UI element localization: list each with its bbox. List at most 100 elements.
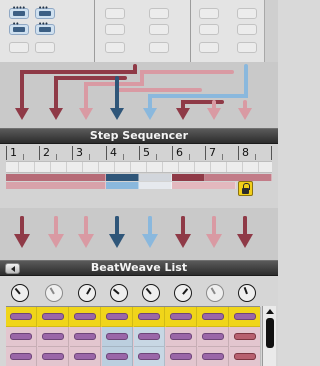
dial-knob[interactable] xyxy=(206,284,224,302)
dial-knob[interactable] xyxy=(45,284,63,302)
step-number: 5 xyxy=(143,146,150,159)
grid-cell[interactable] xyxy=(102,327,133,347)
arrow-down-icon xyxy=(238,108,252,120)
step-knob-row[interactable] xyxy=(6,161,272,173)
grid-cell[interactable] xyxy=(230,327,261,347)
pad-slot[interactable]: •••• xyxy=(9,5,29,19)
step-cell-3[interactable]: 3 xyxy=(72,146,106,160)
pad-slot[interactable] xyxy=(237,8,257,19)
grid-cell[interactable] xyxy=(6,347,37,366)
pattern-segment[interactable] xyxy=(106,182,139,189)
pad-slot[interactable] xyxy=(105,8,125,19)
grid-cell[interactable] xyxy=(102,347,133,366)
grid-cell[interactable] xyxy=(166,307,197,327)
grid-cell[interactable] xyxy=(198,307,229,327)
dial-knob[interactable] xyxy=(11,284,29,302)
pad-slot[interactable] xyxy=(105,42,125,53)
step-cell-8[interactable]: 8 xyxy=(238,146,272,160)
grid-cell[interactable] xyxy=(134,307,165,327)
grid-cell[interactable] xyxy=(70,347,101,366)
routing-arrowheads xyxy=(15,108,252,120)
pattern-segment[interactable] xyxy=(172,182,236,189)
pad-slot[interactable] xyxy=(199,8,219,19)
grid-cell[interactable] xyxy=(38,327,69,347)
grid-cell[interactable] xyxy=(70,307,101,327)
arrow-shaft xyxy=(54,216,58,236)
scrollbar[interactable] xyxy=(262,306,276,366)
step-sequencer-title: Step Sequencer xyxy=(0,128,278,144)
dial-knob[interactable] xyxy=(78,284,96,302)
dial-knob[interactable] xyxy=(238,284,256,302)
step-sequencer-title-text: Step Sequencer xyxy=(89,129,189,142)
grid-cell[interactable] xyxy=(166,327,197,347)
arrow-shaft xyxy=(84,216,88,236)
pattern-segment[interactable] xyxy=(6,182,106,189)
beatweave-list-title: BeatWeave List xyxy=(0,260,278,276)
step-cell-7[interactable]: 7 xyxy=(205,146,238,160)
pad-column: •••• ••• •• ••• xyxy=(0,0,95,62)
grid-cell[interactable] xyxy=(166,347,197,366)
pad-slot[interactable] xyxy=(9,42,29,53)
pad-slot[interactable] xyxy=(237,42,257,53)
beatweave-list xyxy=(0,276,278,366)
pad-slot[interactable] xyxy=(105,24,125,35)
arrow-shaft xyxy=(115,216,119,236)
list-item[interactable] xyxy=(6,327,261,347)
step-cell-4[interactable]: 4 xyxy=(106,146,139,160)
step-number: 3 xyxy=(76,146,83,159)
pad-slot[interactable]: ••• xyxy=(35,5,55,19)
scrollbar[interactable] xyxy=(264,0,278,62)
pattern-segment[interactable] xyxy=(205,174,272,181)
step-cell-6[interactable]: 6 xyxy=(172,146,205,160)
grid-cell[interactable] xyxy=(102,307,133,327)
grid-cell[interactable] xyxy=(38,347,69,366)
pad-slot[interactable] xyxy=(199,42,219,53)
list-item[interactable] xyxy=(6,307,261,327)
grid-cell[interactable] xyxy=(198,327,229,347)
pattern-segment[interactable] xyxy=(139,174,172,181)
grid-cell[interactable] xyxy=(70,327,101,347)
arrow-shaft xyxy=(243,216,247,236)
grid-cell[interactable] xyxy=(6,307,37,327)
pad-slot[interactable] xyxy=(149,42,169,53)
dial-knob[interactable] xyxy=(174,284,192,302)
pad-slot[interactable] xyxy=(149,8,169,19)
grid-cell[interactable] xyxy=(230,307,261,327)
lock-icon[interactable] xyxy=(238,181,253,196)
grid-cell[interactable] xyxy=(6,327,37,347)
arrow-shaft xyxy=(212,216,216,236)
pad-slot[interactable]: ••• xyxy=(35,21,55,35)
dial-knob[interactable] xyxy=(110,284,128,302)
pattern-segment[interactable] xyxy=(106,174,139,181)
arrow-down-icon xyxy=(79,108,93,120)
pad-slot[interactable] xyxy=(35,42,55,53)
pad-slot[interactable] xyxy=(237,24,257,35)
step-cell-5[interactable]: 5 xyxy=(139,146,172,160)
pad-slot[interactable] xyxy=(199,24,219,35)
step-cell-2[interactable]: 2 xyxy=(39,146,72,160)
arrow-down-icon xyxy=(175,234,191,248)
step-number: 6 xyxy=(176,146,183,159)
pattern-segment[interactable] xyxy=(139,182,172,189)
chevron-left-icon[interactable] xyxy=(5,263,20,274)
grid-cell[interactable] xyxy=(38,307,69,327)
pad-slot[interactable] xyxy=(149,24,169,35)
dial-knob[interactable] xyxy=(142,284,160,302)
list-item[interactable] xyxy=(6,347,261,366)
grid-cell[interactable] xyxy=(230,347,261,366)
pattern-bar-row[interactable] xyxy=(6,182,236,189)
grid-cell[interactable] xyxy=(198,347,229,366)
pattern-segment[interactable] xyxy=(6,174,106,181)
arrow-down-icon xyxy=(207,108,221,120)
arrow-down-icon xyxy=(176,108,190,120)
pattern-bar-row[interactable] xyxy=(6,174,272,181)
pad-slot[interactable]: •• xyxy=(9,21,29,35)
step-cell-1[interactable]: 1 xyxy=(6,146,39,160)
arrow-down-icon xyxy=(142,234,158,248)
arrow-down-icon xyxy=(109,234,125,248)
grid-cell[interactable] xyxy=(134,347,165,366)
pad-column xyxy=(95,0,191,62)
pattern-segment[interactable] xyxy=(172,174,205,181)
arrow-down-icon xyxy=(49,108,63,120)
grid-cell[interactable] xyxy=(134,327,165,347)
